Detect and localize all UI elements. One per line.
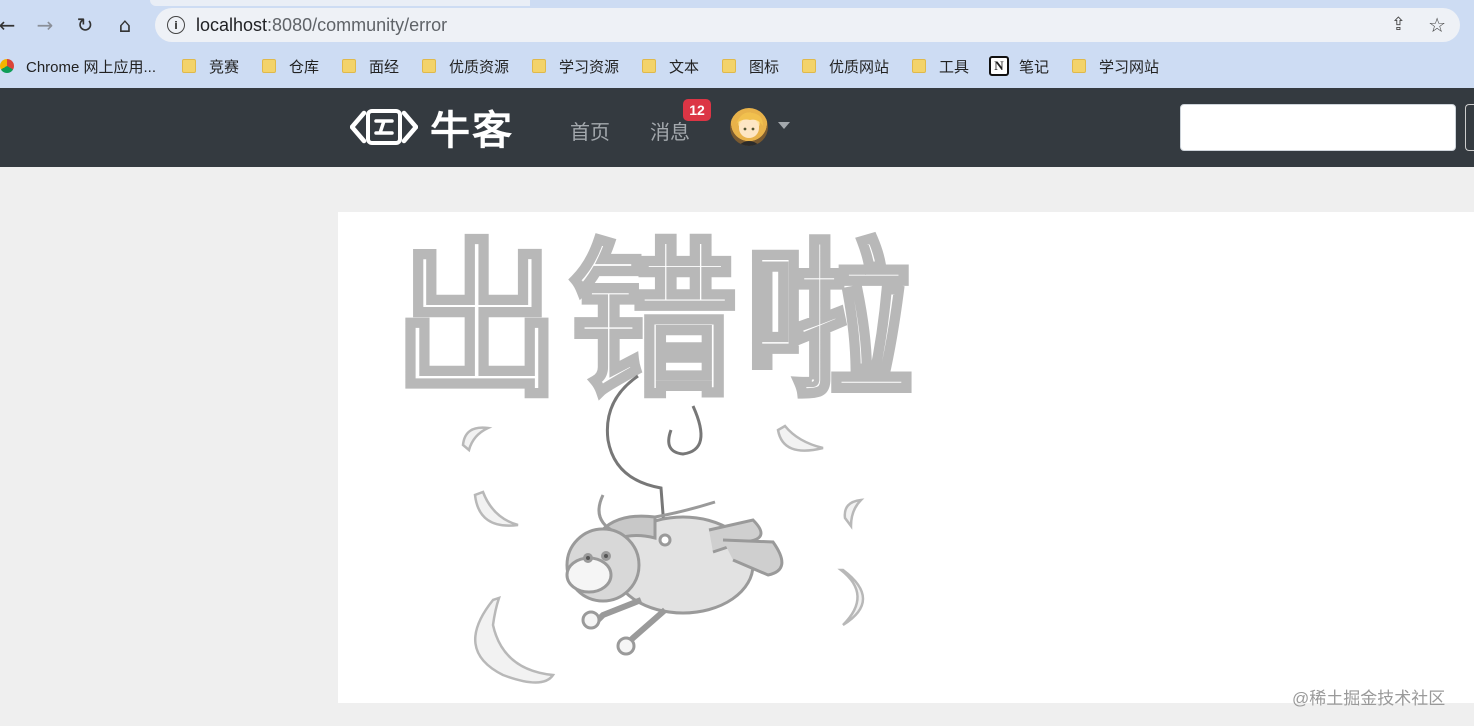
- search-button[interactable]: [1465, 104, 1474, 151]
- home-icon[interactable]: ⌂: [110, 10, 140, 40]
- user-menu-caret-icon[interactable]: [778, 122, 790, 129]
- nav-messages-link[interactable]: 消息: [650, 116, 690, 145]
- bookmark-label: 笔记: [1019, 58, 1050, 76]
- avatar-image: [736, 112, 763, 146]
- watermark-text: @稀土掘金技术社区: [1292, 689, 1446, 708]
- bookmark-label: 仓库: [289, 58, 320, 76]
- nav-home-link[interactable]: 首页: [570, 116, 610, 145]
- folder-icon: [1072, 59, 1086, 73]
- bookmark-folder[interactable]: 优质资源: [422, 56, 509, 76]
- folder-icon: [722, 59, 736, 73]
- site-info-icon[interactable]: i: [167, 16, 185, 34]
- bookmark-folder[interactable]: 文本: [642, 56, 699, 76]
- bookmarks-bar: Chrome 网上应用... 竞赛 仓库 面经 优质资源 学习资源 文本 图标 …: [0, 44, 1474, 88]
- notion-icon: N: [989, 56, 1009, 76]
- address-bar[interactable]: i localhost:8080/community/error ⇪ ☆: [155, 8, 1460, 42]
- folder-icon: [802, 59, 816, 73]
- brand-logo[interactable]: 牛客: [350, 104, 514, 153]
- folder-icon: [342, 59, 356, 73]
- bookmark-label: 优质资源: [449, 58, 510, 76]
- brand-name: 牛客: [430, 109, 514, 153]
- bookmark-label: 图标: [749, 58, 780, 76]
- url-host: localhost: [196, 15, 268, 35]
- error-illustration: 出错啦: [393, 230, 921, 684]
- bookmark-label: Chrome 网上应用...: [26, 58, 157, 76]
- folder-icon: [642, 59, 656, 73]
- bookmark-folder[interactable]: 学习资源: [532, 56, 619, 76]
- bookmark-label: 学习资源: [559, 58, 620, 76]
- url-path: :8080/community/error: [267, 15, 448, 35]
- share-icon[interactable]: ⇪: [1391, 14, 1406, 35]
- bookmark-label: 工具: [939, 58, 970, 76]
- folder-icon: [532, 59, 546, 73]
- messages-count-badge: 12: [683, 99, 711, 121]
- bookmark-star-icon[interactable]: ☆: [1428, 13, 1446, 37]
- bookmark-label: 学习网站: [1099, 58, 1160, 76]
- bookmark-folder[interactable]: 竞赛: [182, 56, 239, 76]
- folder-icon: [262, 59, 276, 73]
- bookmark-folder[interactable]: 工具: [912, 56, 969, 76]
- back-arrow-icon[interactable]: ←: [0, 10, 22, 40]
- bookmark-label: 竞赛: [209, 58, 240, 76]
- bookmark-folder[interactable]: 优质网站: [802, 56, 889, 76]
- site-navbar: 牛客 首页 消息 12: [0, 88, 1474, 167]
- folder-icon: [422, 59, 436, 73]
- bookmark-chrome-store[interactable]: Chrome 网上应用...: [0, 56, 157, 76]
- bookmark-label: 优质网站: [829, 58, 890, 76]
- bookmark-folder[interactable]: 仓库: [262, 56, 319, 76]
- url-text[interactable]: localhost:8080/community/error: [196, 15, 447, 36]
- chrome-logo-icon: [0, 59, 14, 73]
- nowcoder-logo-icon: [350, 109, 418, 145]
- bookmark-notion[interactable]: N 笔记: [989, 56, 1049, 76]
- reload-icon[interactable]: ↻: [70, 10, 100, 40]
- error-title-outline: 出错啦: [393, 230, 921, 420]
- browser-toolbar: ← → ↻ ⌂ i localhost:8080/community/error…: [0, 6, 1474, 44]
- forward-arrow-icon[interactable]: →: [30, 10, 60, 40]
- bookmark-folder[interactable]: 图标: [722, 56, 779, 76]
- bookmark-label: 文本: [669, 58, 700, 76]
- bookmark-folder[interactable]: 面经: [342, 56, 399, 76]
- error-content-panel: 出错啦: [338, 212, 1474, 703]
- user-avatar[interactable]: [730, 108, 768, 146]
- folder-icon: [182, 59, 196, 73]
- search-input[interactable]: [1180, 104, 1456, 151]
- bookmark-folder[interactable]: 学习网站: [1072, 56, 1159, 76]
- bookmark-label: 面经: [369, 58, 400, 76]
- folder-icon: [912, 59, 926, 73]
